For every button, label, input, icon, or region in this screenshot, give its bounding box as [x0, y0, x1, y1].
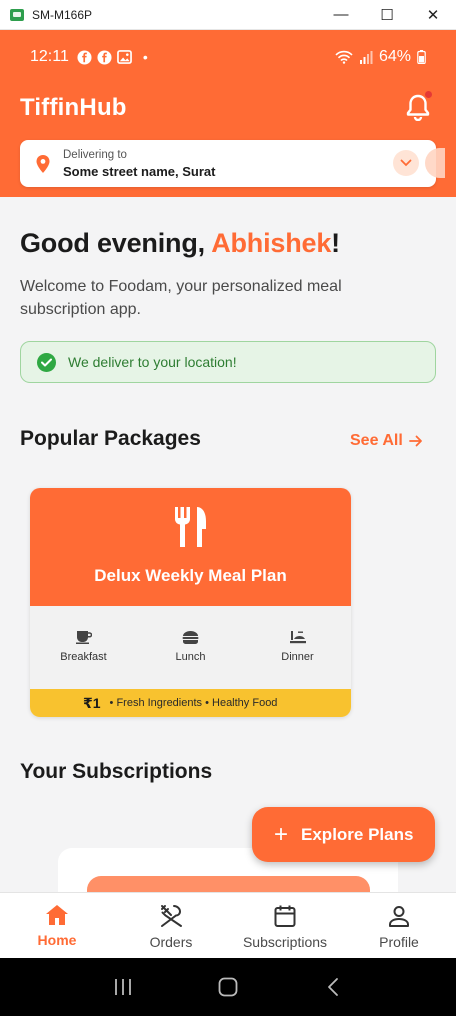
location-label: Delivering to	[63, 148, 127, 161]
fork-knife-icon	[175, 507, 206, 547]
greeting-user-name: Abhishek	[211, 228, 332, 258]
status-time: 12:11	[30, 48, 69, 65]
package-name: Delux Weekly Meal Plan	[94, 566, 287, 585]
delivery-location-selector[interactable]: Delivering to Some street name, Surat	[20, 140, 445, 187]
status-notification-icons: •	[77, 49, 148, 65]
nav-label: Orders	[149, 934, 193, 950]
status-bar: 12:11 • 64%	[0, 30, 456, 84]
system-navigation-bar	[0, 958, 456, 1016]
package-card[interactable]: Delux Weekly Meal Plan Breakfast Lunch D…	[30, 488, 351, 717]
notification-bell-button[interactable]	[403, 90, 433, 122]
location-pin-icon	[36, 154, 50, 173]
battery-icon	[417, 50, 426, 64]
chevron-down-icon	[400, 159, 412, 167]
gallery-icon	[116, 50, 132, 64]
nav-item-profile[interactable]: Profile	[342, 893, 456, 958]
subscriptions-title: Your Subscriptions	[20, 760, 213, 783]
location-address: Some street name, Surat	[63, 163, 216, 179]
explore-plans-button[interactable]: + Explore Plans	[252, 807, 435, 862]
greeting-heading: Good evening, Abhishek!	[20, 228, 340, 259]
greeting-suffix: !	[331, 228, 340, 258]
explore-plans-label: Explore Plans	[301, 824, 414, 844]
package-price: ₹1	[83, 694, 101, 711]
delivery-available-banner: We deliver to your location!	[20, 341, 436, 383]
nav-item-subscriptions[interactable]: Subscriptions	[228, 893, 342, 958]
delivery-available-text: We deliver to your location!	[68, 354, 237, 370]
app-window-icon	[10, 8, 24, 21]
phone-screen: 12:11 • 64% TiffinHub Delivering to Some…	[0, 30, 456, 1016]
fork-spoon-icon	[161, 905, 182, 927]
window-controls: — ☐ ✕	[318, 0, 456, 30]
meal-label: Breakfast	[60, 651, 107, 663]
package-meals: Breakfast Lunch Dinner	[30, 606, 351, 689]
app-header: 12:11 • 64% TiffinHub Delivering to Some…	[0, 30, 456, 197]
dinner-icon	[289, 631, 306, 644]
maximize-button[interactable]: ☐	[364, 0, 410, 30]
location-texts: Delivering to Some street name, Surat	[63, 149, 215, 179]
coffee-cup-icon	[75, 631, 92, 644]
person-icon	[389, 906, 409, 927]
status-dot: •	[142, 49, 148, 65]
signal-icon	[359, 50, 373, 64]
nav-label: Profile	[379, 934, 419, 950]
battery-percent: 64%	[378, 48, 411, 65]
meal-breakfast: Breakfast	[30, 606, 137, 689]
close-button[interactable]: ✕	[410, 0, 456, 30]
app-title: TiffinHub	[20, 94, 127, 121]
nav-label: Subscriptions	[242, 934, 328, 950]
calendar-icon	[274, 905, 296, 927]
see-all-label: See All	[350, 432, 403, 449]
popular-packages-title: Popular Packages	[20, 427, 201, 450]
back-button[interactable]	[313, 967, 353, 1007]
home-square-icon	[218, 977, 238, 997]
decorative-edge	[425, 148, 445, 178]
meal-dinner: Dinner	[244, 606, 351, 689]
status-system-icons: 64%	[335, 48, 426, 66]
window-title: SM-M166P	[32, 7, 93, 22]
meal-label: Dinner	[281, 651, 314, 663]
meal-label: Lunch	[175, 651, 206, 663]
greeting-prefix: Good evening,	[20, 228, 212, 258]
facebook-icon	[77, 49, 92, 65]
arrow-right-icon	[408, 435, 422, 447]
package-card-header: Delux Weekly Meal Plan	[30, 488, 351, 606]
facebook-icon	[97, 49, 112, 65]
home-system-button[interactable]	[208, 967, 248, 1007]
recent-apps-icon	[114, 979, 131, 995]
minimize-button[interactable]: —	[318, 0, 364, 30]
wifi-icon	[335, 50, 353, 64]
see-all-link[interactable]: See All	[350, 432, 423, 450]
notification-dot	[424, 90, 433, 99]
window-title-bar: SM-M166P — ☐ ✕	[0, 0, 456, 30]
package-features: • Fresh Ingredients • Healthy Food	[109, 697, 278, 709]
nav-item-orders[interactable]: Orders	[114, 893, 228, 958]
package-price-bar: ₹1 • Fresh Ingredients • Healthy Food	[30, 689, 351, 717]
bottom-navigation: Home Orders Subscriptions Profile	[0, 892, 456, 958]
meal-lunch: Lunch	[137, 606, 244, 689]
burger-icon	[182, 631, 199, 644]
plus-icon: +	[274, 820, 289, 848]
back-chevron-icon	[328, 978, 339, 996]
location-dropdown-button[interactable]	[393, 150, 419, 176]
welcome-text: Welcome to Foodam, your personalized mea…	[20, 278, 342, 318]
home-icon	[46, 905, 68, 925]
nav-item-home[interactable]: Home	[0, 893, 114, 958]
check-circle-icon	[37, 352, 56, 372]
nav-label: Home	[37, 932, 77, 948]
recent-apps-button[interactable]	[103, 967, 143, 1007]
